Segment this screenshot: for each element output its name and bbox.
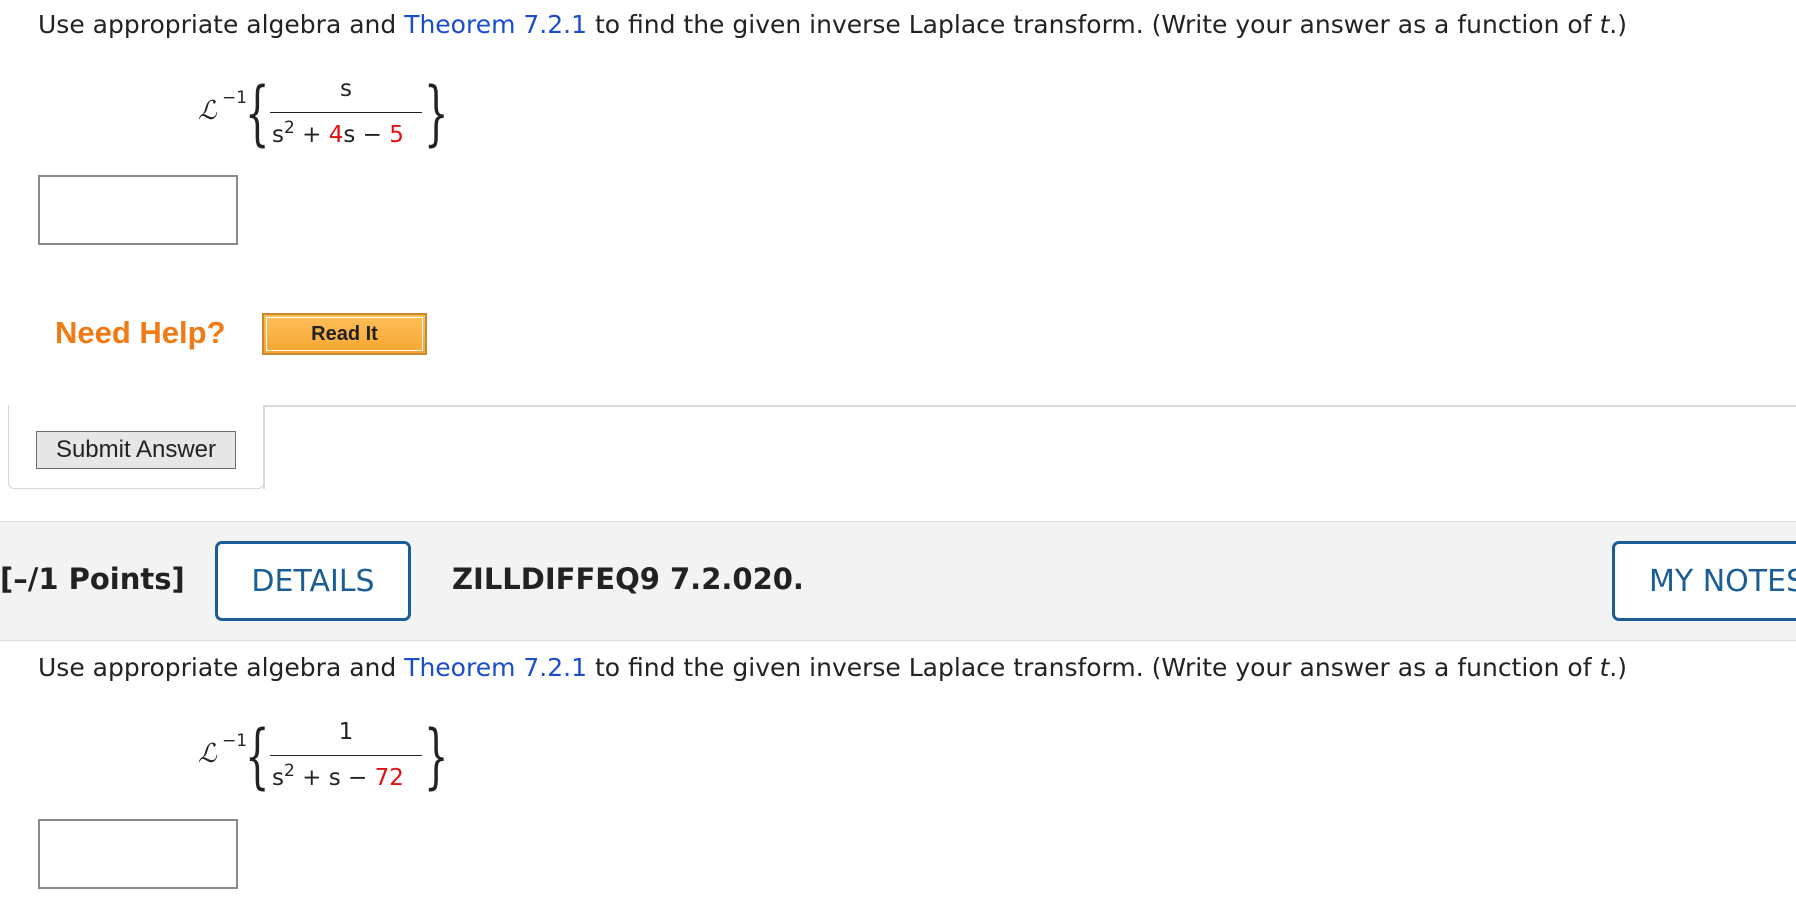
den-operator: − [340,765,375,791]
den-variable: s [328,765,341,791]
answer-input-2[interactable] [38,819,238,889]
fraction-numerator: 1 [338,719,354,745]
den-variable: s [343,122,356,148]
laplace-exponent: −1 [222,88,248,108]
theorem-link[interactable]: Theorem 7.2.1 [404,10,587,39]
den-operator: + [294,122,329,148]
den-coefficient: 4 [328,122,344,148]
prompt-text: .) [1609,653,1627,682]
feedback-area [263,405,1796,489]
question1-prompt: Use appropriate algebra and Theorem 7.2.… [38,10,1627,39]
read-it-button[interactable]: Read It [262,313,427,355]
points-label: [–/1 Points] [0,562,185,596]
answer-input-1[interactable] [38,175,238,245]
laplace-symbol: ℒ [198,739,217,769]
fraction-line [270,755,422,756]
laplace-exponent: −1 [222,731,248,751]
den-operator: − [355,122,390,148]
right-brace: } [424,715,449,797]
need-help-label: Need Help? [55,315,226,350]
den-variable: s [272,122,284,148]
den-operator: + [294,765,329,791]
question2-prompt: Use appropriate algebra and Theorem 7.2.… [38,653,1627,682]
fraction-line [270,112,422,113]
den-power: 2 [283,118,295,138]
den-constant: 72 [374,765,404,791]
prompt-text: Use appropriate algebra and [38,653,405,682]
fraction-denominator: s2 + s − 72 [272,761,404,791]
den-variable: s [272,765,284,791]
prompt-variable: t [1599,10,1610,39]
left-brace: { [245,72,270,154]
den-constant: 5 [389,122,404,148]
prompt-text: .) [1609,10,1627,39]
laplace-symbol: ℒ [198,96,217,126]
prompt-text: Use appropriate algebra and [38,10,405,39]
submit-answer-button[interactable]: Submit Answer [36,431,236,469]
theorem-link[interactable]: Theorem 7.2.1 [404,653,587,682]
question2-expression: ℒ −1 { 1 s2 + s − 72 } [190,713,460,803]
left-brace: { [245,715,270,797]
prompt-text: to find the given inverse Laplace transf… [587,10,1600,39]
prompt-variable: t [1599,653,1610,682]
fraction-denominator: s2 + 4s − 5 [272,118,404,148]
prompt-text: to find the given inverse Laplace transf… [587,653,1600,682]
my-notes-button[interactable]: MY NOTES [1612,541,1796,621]
question1-expression: ℒ −1 { s s2 + 4s − 5 } [190,70,460,160]
den-power: 2 [283,761,295,781]
question-id: ZILLDIFFEQ9 7.2.020. [452,562,804,596]
details-button[interactable]: DETAILS [215,541,411,621]
fraction-numerator: s [340,76,352,102]
right-brace: } [424,72,449,154]
